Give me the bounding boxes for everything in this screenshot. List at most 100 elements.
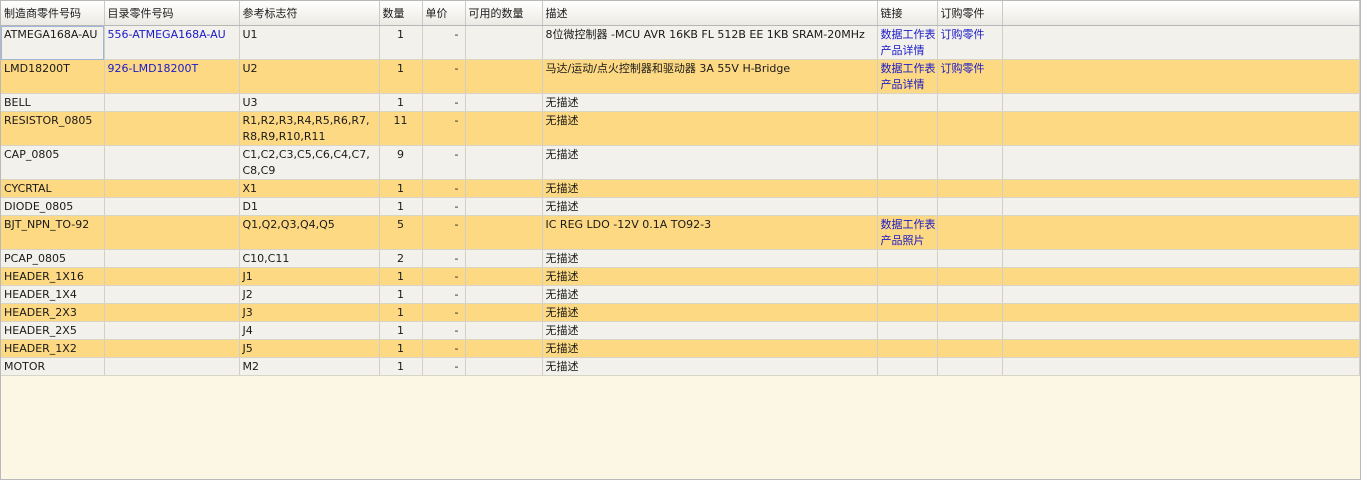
quantity-cell: 9 (379, 145, 423, 180)
mfr-part-number-cell: HEADER_2X3 (1, 303, 105, 322)
description-cell: 无描述 (542, 357, 878, 376)
filler-cell (1002, 267, 1360, 286)
table-row[interactable]: BJT_NPN_TO-92 Q1,Q2,Q3,Q4,Q5 5- IC REG LDO … (1, 215, 1360, 250)
column-header-quantity[interactable]: 数量 (379, 1, 423, 26)
unit-price-cell: - (422, 215, 466, 250)
unit-price-cell: - (422, 111, 466, 146)
table-row[interactable]: DIODE_0805 D1 1- 无描述 (1, 197, 1360, 216)
catalog-part-number-cell (104, 285, 240, 304)
table-row[interactable]: PCAP_0805 C10,C11 2- 无描述 (1, 249, 1360, 268)
unit-price-cell: - (422, 267, 466, 286)
order-part-cell (937, 267, 1003, 286)
links-cell (877, 303, 938, 322)
table-row[interactable]: HEADER_2X3 J3 1- 无描述 (1, 303, 1360, 322)
quantity-cell: 1 (379, 25, 423, 60)
order-part-cell (937, 303, 1003, 322)
reference-designator-cell: J5 (239, 339, 380, 358)
quantity-cell: 1 (379, 339, 423, 358)
unit-price-cell: - (422, 179, 466, 198)
links-cell (877, 357, 938, 376)
column-header-links[interactable]: 链接 (877, 1, 938, 26)
filler-cell (1002, 285, 1360, 304)
filler-cell (1002, 321, 1360, 340)
filler-cell (1002, 215, 1360, 250)
filler-cell (1002, 111, 1360, 146)
links-cell (877, 111, 938, 146)
table-row[interactable]: BELL U3 1- 无描述 (1, 93, 1360, 112)
links-cell (877, 285, 938, 304)
catalog-part-number-cell (104, 111, 240, 146)
available-quantity-cell (465, 321, 543, 340)
quantity-cell: 5 (379, 215, 423, 250)
table-row[interactable]: LMD18200T 926-LMD18200T U2 1- 马达/运动/点火控制器和驱动… (1, 59, 1360, 94)
available-quantity-cell (465, 285, 543, 304)
unit-price-cell: - (422, 59, 466, 94)
quantity-cell: 1 (379, 59, 423, 94)
datasheet-link[interactable]: 数据工作表 (881, 217, 936, 233)
header-row: 制造商零件号码 目录零件号码 参考标志符 数量 单价 可用的数量 描述 链接 订购零件 (1, 1, 1360, 26)
table-row[interactable]: MOTOR M2 1- 无描述 (1, 357, 1360, 376)
description-cell: 无描述 (542, 145, 878, 180)
table-row[interactable]: HEADER_1X4 J2 1- 无描述 (1, 285, 1360, 304)
reference-designator-cell: J1 (239, 267, 380, 286)
quantity-cell: 1 (379, 179, 423, 198)
mfr-part-number-cell: BJT_NPN_TO-92 (1, 215, 105, 250)
quantity-cell: 1 (379, 357, 423, 376)
available-quantity-cell (465, 93, 543, 112)
catalog-part-number-cell: 926-LMD18200T (104, 59, 240, 94)
column-header-order-part[interactable]: 订购零件 (937, 1, 1003, 26)
catalog-part-link[interactable]: 556-ATMEGA168A-AU (108, 28, 226, 41)
description-cell: 无描述 (542, 93, 878, 112)
column-header-catalog-part-number[interactable]: 目录零件号码 (104, 1, 240, 26)
filler-cell (1002, 179, 1360, 198)
table-row[interactable]: CAP_0805 C1,C2,C3,C5,C6,C4,C7,C8,C9 9- 无描述 (1, 145, 1360, 180)
product-info-link[interactable]: 产品详情 (881, 43, 934, 59)
column-header-mfr-part-number[interactable]: 制造商零件号码 (1, 1, 105, 26)
unit-price-cell: - (422, 339, 466, 358)
links-cell (877, 249, 938, 268)
column-header-filler (1002, 1, 1360, 26)
column-header-description[interactable]: 描述 (542, 1, 878, 26)
filler-cell (1002, 339, 1360, 358)
mfr-part-number-cell: LMD18200T (1, 59, 105, 94)
catalog-part-number-cell (104, 145, 240, 180)
filler-cell (1002, 25, 1360, 60)
available-quantity-cell (465, 339, 543, 358)
filler-cell (1002, 197, 1360, 216)
links-cell (877, 179, 938, 198)
unit-price-cell: - (422, 93, 466, 112)
description-cell: 无描述 (542, 267, 878, 286)
order-part-link[interactable]: 订购零件 (941, 62, 985, 75)
datasheet-link[interactable]: 数据工作表 (881, 27, 936, 43)
links-cell: 数据工作表 产品详情 (877, 25, 938, 60)
available-quantity-cell (465, 145, 543, 180)
quantity-cell: 2 (379, 249, 423, 268)
catalog-part-number-cell (104, 339, 240, 358)
column-header-unit-price[interactable]: 单价 (422, 1, 466, 26)
available-quantity-cell (465, 303, 543, 322)
product-info-link[interactable]: 产品详情 (881, 77, 934, 93)
column-header-reference-designator[interactable]: 参考标志符 (239, 1, 380, 26)
mfr-part-number-cell: RESISTOR_0805 (1, 111, 105, 146)
table-row[interactable]: HEADER_1X2 J5 1- 无描述 (1, 339, 1360, 358)
table-row[interactable]: ATMEGA168A-AU 556-ATMEGA168A-AU U1 1- 8位微控制器… (1, 25, 1360, 60)
order-part-cell (937, 179, 1003, 198)
table-row[interactable]: HEADER_2X5 J4 1- 无描述 (1, 321, 1360, 340)
datasheet-link[interactable]: 数据工作表 (881, 61, 936, 77)
reference-designator-cell: U2 (239, 59, 380, 94)
product-info-link[interactable]: 产品照片 (881, 233, 934, 249)
table-row[interactable]: CYCRTAL X1 1- 无描述 (1, 179, 1360, 198)
unit-price-cell: - (422, 197, 466, 216)
catalog-part-link[interactable]: 926-LMD18200T (108, 62, 199, 75)
available-quantity-cell (465, 25, 543, 60)
reference-designator-cell: U3 (239, 93, 380, 112)
catalog-part-number-cell (104, 303, 240, 322)
reference-designator-cell: D1 (239, 197, 380, 216)
description-cell: 无描述 (542, 197, 878, 216)
order-part-link[interactable]: 订购零件 (941, 28, 985, 41)
reference-designator-cell: J3 (239, 303, 380, 322)
column-header-available-quantity[interactable]: 可用的数量 (465, 1, 543, 26)
table-row[interactable]: HEADER_1X16 J1 1- 无描述 (1, 267, 1360, 286)
description-cell: 无描述 (542, 285, 878, 304)
table-row[interactable]: RESISTOR_0805 R1,R2,R3,R4,R5,R6,R7,R8,R9,… (1, 111, 1360, 146)
